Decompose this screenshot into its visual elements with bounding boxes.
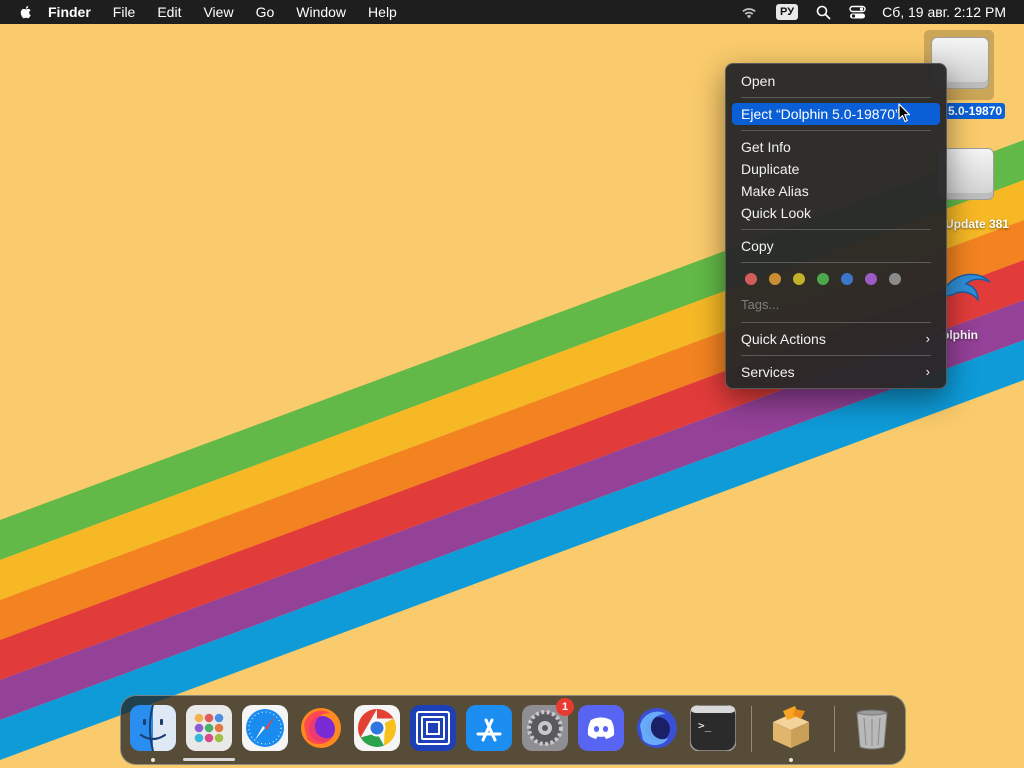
menu-item-label: Services <box>741 364 795 380</box>
dock-app-chrome[interactable] <box>354 705 400 751</box>
chrome-icon <box>354 705 400 751</box>
launchpad-icon <box>186 705 232 751</box>
dock-app-discord[interactable] <box>578 705 624 751</box>
menu-separator <box>741 130 931 131</box>
menu-app-finder[interactable]: Finder <box>48 4 91 20</box>
tags-field[interactable]: Tags... <box>741 297 779 312</box>
menu-separator <box>741 322 931 323</box>
context-menu: Open Eject “Dolphin 5.0-19870” Get Info … <box>725 63 947 389</box>
apple-logo-icon[interactable] <box>18 4 34 20</box>
menu-file[interactable]: File <box>113 4 136 20</box>
menu-edit[interactable]: Edit <box>157 4 181 20</box>
dock-separator <box>751 706 752 752</box>
input-source-label: РУ <box>776 4 799 20</box>
trash-icon <box>856 709 888 750</box>
mouse-pointer-icon <box>898 103 912 128</box>
dock-app-app-store[interactable] <box>466 705 512 751</box>
tag-green-dot[interactable] <box>817 273 829 285</box>
app-store-icon <box>466 705 512 751</box>
wifi-icon[interactable] <box>740 5 758 19</box>
tag-orange-dot[interactable] <box>769 273 781 285</box>
dock-app-launchpad[interactable] <box>186 705 232 751</box>
dock-app-firefox-nightly[interactable] <box>634 705 680 751</box>
dock-separator <box>834 706 835 752</box>
input-source-indicator[interactable]: РУ <box>776 4 799 20</box>
firefox-icon <box>301 708 341 748</box>
terminal-icon: >_ <box>689 704 737 752</box>
dock-app-safari[interactable] <box>242 705 288 751</box>
control-center-icon[interactable] <box>849 5 866 20</box>
chevron-right-icon: › <box>925 331 930 346</box>
menu-item-quick-look[interactable]: Quick Look <box>732 202 940 224</box>
menu-window[interactable]: Window <box>296 4 346 20</box>
menu-item-duplicate[interactable]: Duplicate <box>732 158 940 180</box>
firefox-nightly-icon <box>637 708 677 748</box>
menu-separator <box>741 229 931 230</box>
dock-app-terminal[interactable]: >_ <box>689 704 737 752</box>
chevron-right-icon: › <box>925 364 930 379</box>
menu-separator <box>741 97 931 98</box>
menu-go[interactable]: Go <box>256 4 275 20</box>
menu-bar-clock[interactable]: Сб, 19 авг. 2:12 PM <box>882 4 1006 20</box>
menu-item-quick-actions[interactable]: Quick Actions › <box>732 328 940 350</box>
dock-app-finder[interactable] <box>130 704 176 752</box>
desktop-icon-label: Update 381 <box>945 217 1010 231</box>
running-indicator <box>151 758 155 762</box>
screen-sharing-icon <box>410 705 456 751</box>
menu-view[interactable]: View <box>203 4 233 20</box>
tag-yellow-dot[interactable] <box>793 273 805 285</box>
dock-app-firefox[interactable] <box>298 705 344 751</box>
menu-item-copy[interactable]: Copy <box>732 235 940 257</box>
dock-app-system-settings[interactable]: 1 <box>522 698 574 751</box>
tag-gray-dot[interactable] <box>889 273 901 285</box>
menu-item-open[interactable]: Open <box>732 70 940 92</box>
tag-blue-dot[interactable] <box>841 273 853 285</box>
tag-red-dot[interactable] <box>745 273 757 285</box>
discord-icon <box>578 705 624 751</box>
dock-scroll-indicator <box>183 758 235 761</box>
installer-icon <box>773 706 809 748</box>
terminal-prompt-label: >_ <box>698 719 712 732</box>
desktop-icon-label: olphin <box>942 328 978 342</box>
menu-item-label: Quick Actions <box>741 331 826 347</box>
desktop-icon-label: 5.0-19870 <box>945 103 1006 119</box>
dock-app-screen-sharing[interactable] <box>410 705 456 751</box>
menu-help[interactable]: Help <box>368 4 397 20</box>
dock-app-trash[interactable] <box>849 705 895 751</box>
dock: 1 >_ <box>120 695 906 765</box>
menu-item-get-info[interactable]: Get Info <box>732 136 940 158</box>
menu-separator <box>741 262 931 263</box>
finder-icon <box>130 704 176 752</box>
menu-item-services[interactable]: Services › <box>732 361 940 383</box>
menu-bar: Finder File Edit View Go Window Help РУ … <box>0 0 1024 24</box>
search-icon[interactable] <box>816 5 831 20</box>
running-indicator <box>789 758 793 762</box>
tag-purple-dot[interactable] <box>865 273 877 285</box>
dock-app-installer[interactable] <box>768 705 814 751</box>
notification-badge: 1 <box>556 698 574 716</box>
menu-separator <box>741 355 931 356</box>
safari-icon <box>242 705 288 751</box>
menu-item-make-alias[interactable]: Make Alias <box>732 180 940 202</box>
